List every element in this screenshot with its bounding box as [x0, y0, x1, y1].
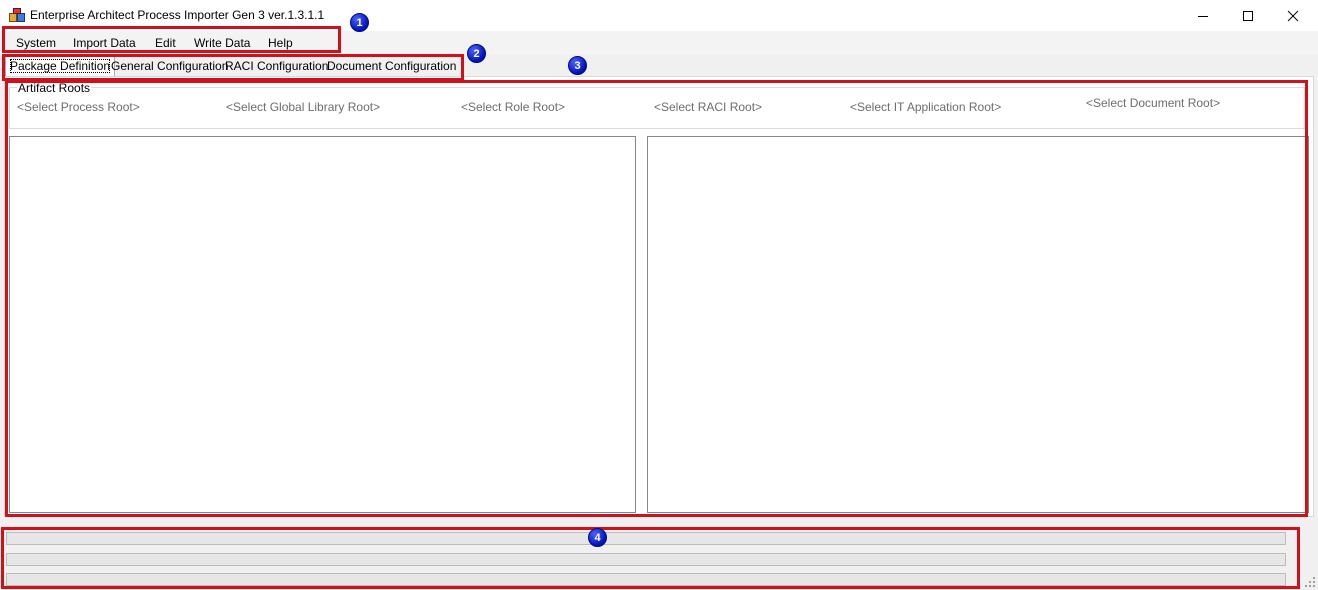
minimize-icon — [1198, 15, 1208, 17]
close-button[interactable] — [1270, 0, 1316, 31]
window-title: Enterprise Architect Process Importer Ge… — [30, 8, 325, 22]
annotation-badge-2: 2 — [467, 44, 486, 63]
resize-grip-icon[interactable] — [1304, 576, 1316, 588]
close-icon — [1287, 10, 1299, 21]
app-icon — [9, 8, 25, 22]
maximize-icon — [1243, 10, 1253, 21]
annotation-badge-1: 1 — [350, 13, 369, 32]
annotation-box-2 — [2, 54, 464, 81]
annotation-box-4 — [1, 527, 1300, 589]
annotation-box-1 — [2, 26, 341, 53]
annotation-box-3 — [5, 80, 1308, 517]
annotation-badge-4: 4 — [588, 528, 607, 547]
minimize-button[interactable] — [1180, 0, 1226, 31]
maximize-button[interactable] — [1225, 0, 1271, 31]
annotation-badge-3: 3 — [568, 56, 587, 75]
